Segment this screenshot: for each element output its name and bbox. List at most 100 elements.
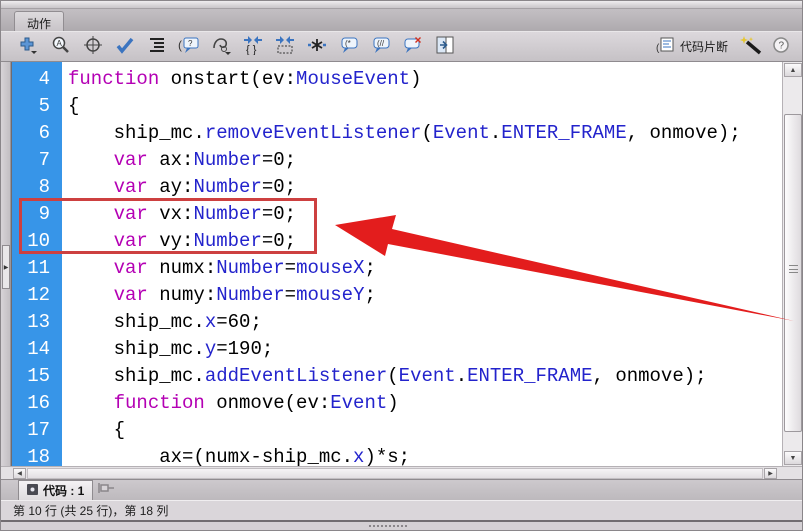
line-number: 11 [27, 257, 50, 279]
code-line-11[interactable]: var numx:Number=mouseX; [68, 255, 782, 282]
panel-tab-bar: 动作 [1, 9, 802, 31]
find-button[interactable]: A [49, 35, 72, 58]
debug-options-button[interactable] [209, 35, 232, 58]
line-number: 13 [27, 311, 50, 333]
code-lines[interactable]: function onstart(ev:MouseEvent){ ship_mc… [62, 62, 782, 466]
resize-grip[interactable] [369, 525, 407, 529]
line-number: 6 [38, 122, 50, 144]
code-pane[interactable]: 4 5 6 7 8 9 10 11 12 13 14 15 16 17 18 function onstar… [11, 62, 782, 466]
scroll-right-button[interactable]: ▶ [764, 468, 777, 479]
collapse-selection-icon [275, 35, 295, 58]
code-line-13[interactable]: ship_mc.x=60; [68, 309, 782, 336]
show-code-hint-icon: (? [178, 35, 200, 58]
line-number: 15 [27, 365, 50, 387]
svg-text:(*: (* [345, 39, 351, 48]
code-snippets-icon: ( [656, 36, 676, 57]
help-button[interactable]: ? [769, 35, 792, 58]
code-snippets-button[interactable]: ( 代码片断 [652, 34, 732, 59]
line-number: 14 [27, 338, 50, 360]
svg-text:{ }: { } [246, 44, 257, 55]
line-numbers: 4 5 6 7 8 9 10 11 12 13 14 15 16 17 18 [12, 62, 62, 466]
code-line-6[interactable]: ship_mc.removeEventListener(Event.ENTER_… [68, 120, 782, 147]
remove-comment-button[interactable] [401, 35, 424, 58]
code-line-17[interactable]: { [68, 417, 782, 444]
script-tab-icon [27, 483, 38, 498]
expand-all-button[interactable] [305, 35, 328, 58]
script-tab-code-1[interactable]: 代码 : 1 [18, 480, 94, 500]
show-hide-toolbox-button[interactable] [433, 35, 456, 58]
panel-title: 动作 [27, 17, 52, 31]
remove-comment-icon [403, 35, 423, 58]
line-number: 9 [38, 203, 50, 225]
collapse-between-braces-icon: { } [243, 35, 263, 58]
horizontal-scrollbar[interactable]: ◀ ▶ [1, 466, 802, 479]
code-line-5[interactable]: { [68, 93, 782, 120]
code-snippets-label: 代码片断 [679, 40, 728, 54]
toolbox-splitter: ▶ [1, 62, 11, 466]
code-line-12[interactable]: var numy:Number=mouseY; [68, 282, 782, 309]
tab-actions[interactable]: 动作 [14, 11, 65, 31]
debug-options-icon [210, 35, 232, 58]
svg-text:?: ? [188, 39, 193, 48]
apply-line-comment-button[interactable]: (// [369, 35, 392, 58]
line-number: 17 [27, 419, 50, 441]
code-line-10[interactable]: var vy:Number=0; [68, 228, 782, 255]
line-number: 10 [27, 230, 50, 252]
status-text: 第 10 行 (共 25 行)，第 18 列 [13, 504, 169, 518]
add-item-button[interactable] [17, 35, 40, 58]
line-number: 12 [27, 284, 50, 306]
auto-format-button[interactable] [145, 35, 168, 58]
toolbar-right-group: ( 代码片断 ? [652, 34, 792, 59]
collapse-between-braces-button[interactable]: { } [241, 35, 264, 58]
scroll-down-button[interactable]: ▼ [784, 451, 802, 465]
pin-script-button[interactable] [97, 481, 115, 498]
code-line-8[interactable]: var ay:Number=0; [68, 174, 782, 201]
code-line-16[interactable]: function onmove(ev:Event) [68, 390, 782, 417]
line-number: 5 [38, 95, 50, 117]
show-hide-toolbox-icon [435, 35, 455, 58]
code-line-7[interactable]: var ax:Number=0; [68, 147, 782, 174]
toolbar: A (? { } (* (// ( 代码片断 ? [1, 31, 802, 62]
line-number: 8 [38, 176, 50, 198]
insert-target-path-button[interactable] [81, 35, 104, 58]
actions-panel: 动作 A (? { } (* (// ( 代码片断 ? ▶ 4 5 6 7 8 … [0, 0, 803, 531]
code-line-14[interactable]: ship_mc.y=190; [68, 336, 782, 363]
code-line-18[interactable]: ax=(numx-ship_mc.x)*s; [68, 444, 782, 466]
svg-text:(: ( [656, 43, 660, 54]
line-number: 16 [27, 392, 50, 414]
check-syntax-button[interactable] [113, 35, 136, 58]
help-icon: ? [772, 36, 790, 57]
script-assist-button[interactable] [739, 35, 762, 58]
script-tab-label: 代码 : 1 [43, 484, 85, 498]
svg-text:A: A [56, 39, 62, 48]
find-icon: A [51, 35, 71, 58]
collapse-selection-button[interactable] [273, 35, 296, 58]
apply-block-comment-icon: (* [339, 35, 359, 58]
svg-text:(: ( [178, 38, 182, 52]
apply-line-comment-icon: (// [371, 35, 391, 58]
panel-top-strip [1, 1, 802, 9]
scroll-left-button[interactable]: ◀ [13, 468, 26, 479]
svg-text:(//: (// [377, 39, 385, 48]
horizontal-scrollbar-track[interactable] [27, 468, 763, 479]
insert-target-path-icon [83, 35, 103, 58]
auto-format-icon [147, 35, 167, 58]
toolbar-left-group: A (? { } (* (// [17, 35, 456, 58]
code-line-15[interactable]: ship_mc.addEventListener(Event.ENTER_FRA… [68, 363, 782, 390]
svg-text:?: ? [778, 41, 784, 52]
show-code-hint-button[interactable]: (? [177, 35, 200, 58]
vertical-scrollbar-thumb[interactable] [784, 114, 802, 432]
code-line-4[interactable]: function onstart(ev:MouseEvent) [68, 66, 782, 93]
line-number: 4 [38, 68, 50, 90]
add-item-icon [18, 35, 39, 58]
scroll-up-button[interactable]: ▲ [784, 63, 802, 77]
toolbox-expander-button[interactable]: ▶ [2, 245, 10, 289]
panel-bottom-strip [1, 520, 802, 530]
script-assist-wand-icon [739, 35, 762, 58]
status-bar: 第 10 行 (共 25 行)，第 18 列 [1, 500, 802, 520]
vertical-scrollbar[interactable]: ▲ ▼ [782, 62, 802, 466]
scrollbar-grip [789, 265, 798, 273]
apply-block-comment-button[interactable]: (* [337, 35, 360, 58]
code-line-9[interactable]: var vx:Number=0; [68, 201, 782, 228]
script-tab-bar: 代码 : 1 [1, 479, 802, 500]
